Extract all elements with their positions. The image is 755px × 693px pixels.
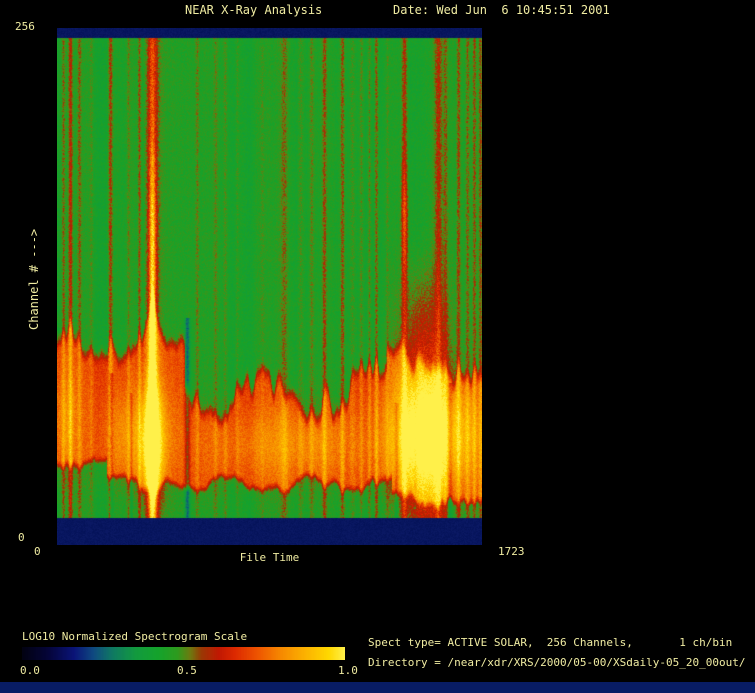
colorbar-tick-0: 0.0 — [20, 664, 40, 677]
y-axis-title: Channel # ---> — [27, 228, 41, 330]
directory-line: Directory = /near/xdr/XRS/2000/05-00/XSd… — [368, 656, 746, 669]
y-axis-min-label: 0 — [18, 531, 25, 544]
colorbar-tick-1: 0.5 — [177, 664, 197, 677]
page-title: NEAR X-Ray Analysis — [185, 3, 323, 17]
x-axis-title: File Time — [239, 551, 300, 564]
colorbar-tick-2: 1.0 — [338, 664, 358, 677]
header-date: Date: Wed Jun 6 10:45:51 2001 — [393, 3, 610, 17]
colorbar-canvas — [22, 647, 345, 660]
app-window: NEAR X-Ray Analysis Date: Wed Jun 6 10:4… — [0, 0, 755, 693]
x-axis-max-label: 1723 — [498, 545, 525, 558]
spect-type-line: Spect type= ACTIVE SOLAR, 256 Channels, … — [368, 636, 733, 649]
y-axis-max-label: 256 — [15, 20, 35, 33]
x-axis-title-wrap: File Time — [57, 546, 482, 565]
spectrogram-canvas — [57, 28, 482, 545]
bottom-status-bar — [0, 682, 755, 693]
colorbar-title: LOG10 Normalized Spectrogram Scale — [22, 630, 248, 643]
x-axis-min-label: 0 — [34, 545, 41, 558]
